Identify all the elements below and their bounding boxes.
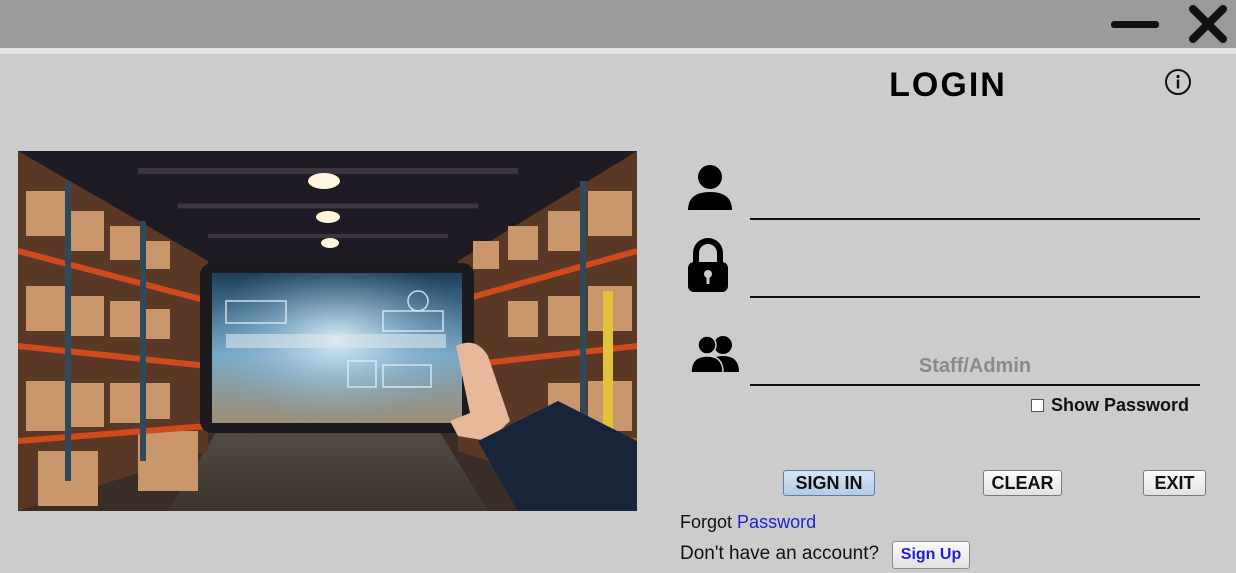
signup-prompt: Don't have an account? [680,543,880,564]
lock-icon [688,238,728,292]
info-button[interactable] [1164,68,1192,96]
user-icon [688,165,732,210]
forgot-password-line: Forgot Password [680,512,816,533]
clear-button[interactable]: CLEAR [983,470,1062,496]
users-icon [690,335,739,373]
role-input[interactable] [750,348,1200,386]
warehouse-tablet-photo [18,151,637,511]
hero-image [18,151,637,511]
title-bar [0,0,1236,48]
forgot-prefix: Forgot [680,512,733,532]
username-input[interactable] [750,182,1200,220]
password-input[interactable] [750,260,1200,298]
minimize-icon [1111,21,1159,28]
page-title: LOGIN [889,66,1007,104]
show-password-checkbox[interactable] [1031,399,1044,412]
close-icon [1189,5,1227,43]
exit-button[interactable]: EXIT [1143,470,1206,496]
forgot-password-link[interactable]: Password [737,512,816,532]
title-bar-divider [0,48,1236,54]
minimize-button[interactable] [1108,8,1164,42]
sign-in-button[interactable]: SIGN IN [783,470,875,496]
show-password-option: Show Password [1031,395,1189,416]
info-icon [1165,69,1191,95]
sign-up-button[interactable]: Sign Up [892,541,970,569]
show-password-label: Show Password [1051,395,1190,415]
close-button[interactable] [1186,4,1230,44]
